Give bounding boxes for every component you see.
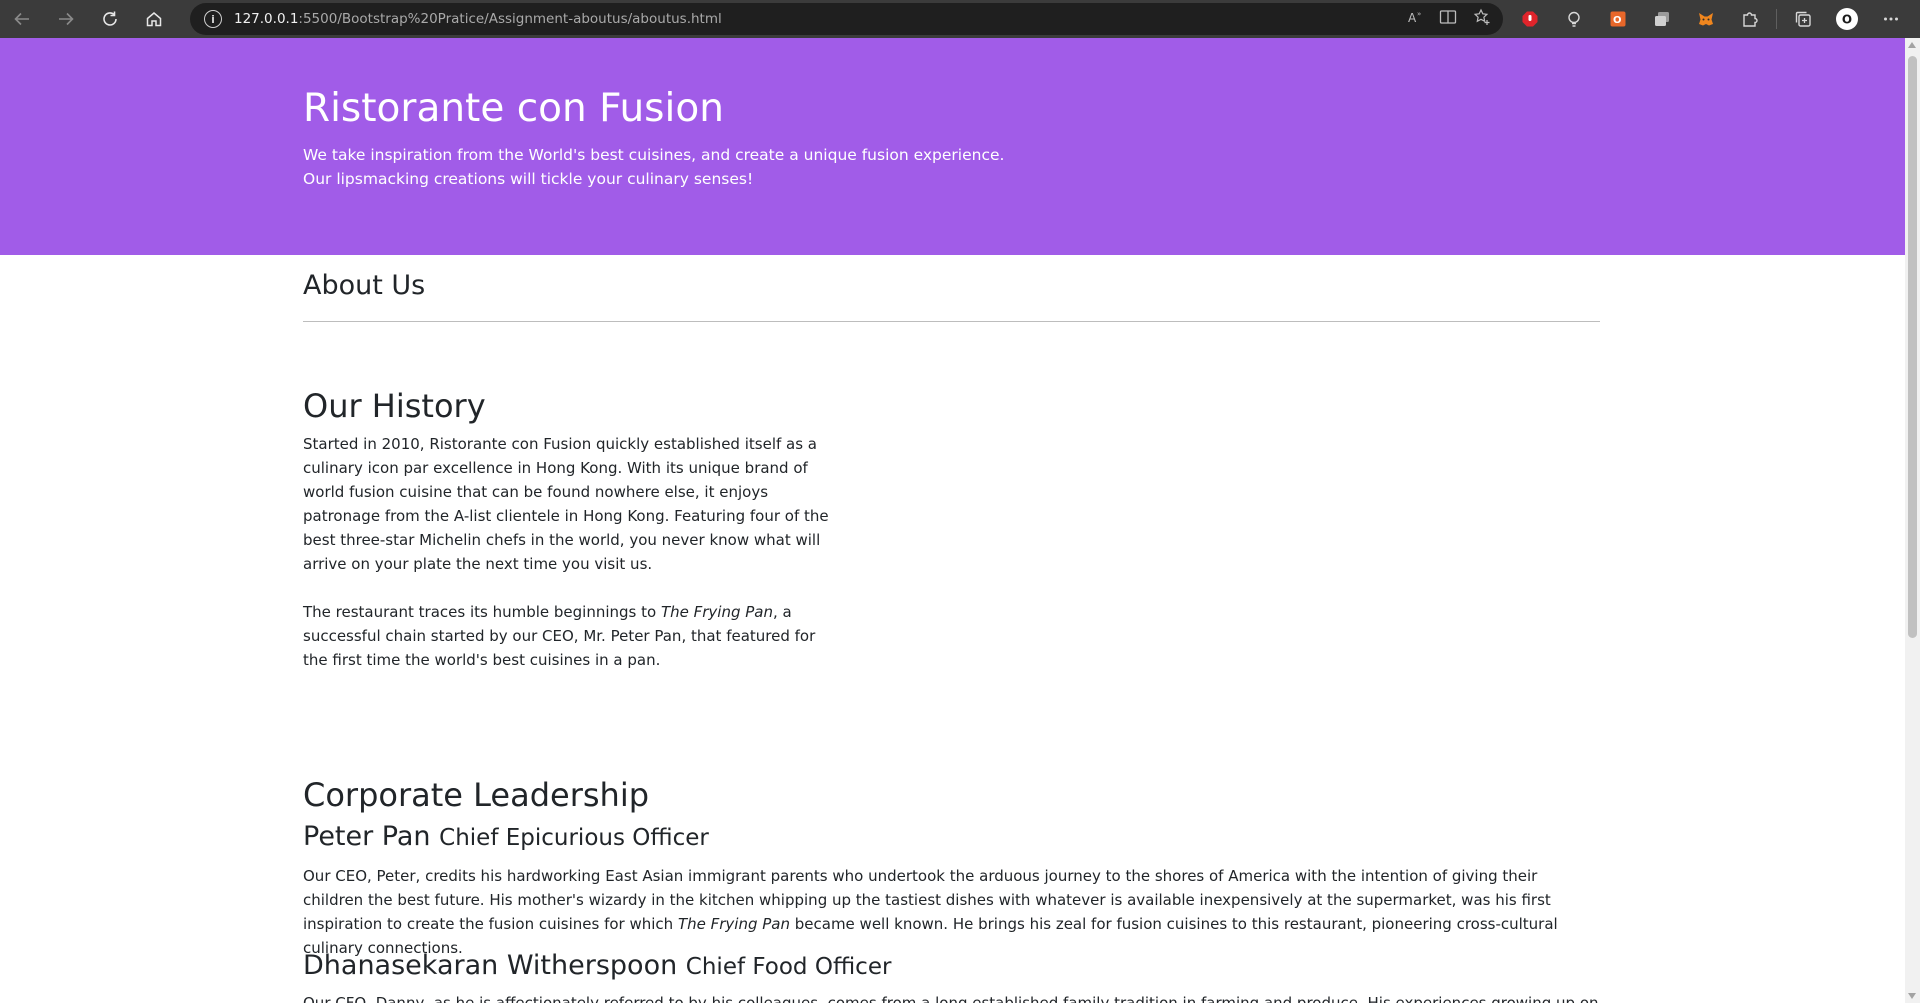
leader-heading-peter: Peter Pan Chief Epicurious Officer bbox=[303, 821, 709, 852]
extensions-icon[interactable] bbox=[1728, 0, 1772, 38]
read-aloud-icon[interactable]: A» bbox=[1407, 9, 1423, 29]
lightbulb-icon[interactable] bbox=[1552, 0, 1596, 38]
history-paragraph-2: The restaurant traces its humble beginni… bbox=[303, 603, 816, 669]
svg-text:O: O bbox=[1613, 15, 1622, 26]
jumbotron: Ristorante con Fusion We take inspiratio… bbox=[0, 38, 1905, 255]
forward-icon[interactable] bbox=[44, 0, 88, 38]
history-paragraph-1: Started in 2010, Ristorante con Fusion q… bbox=[303, 435, 829, 573]
scroll-thumb[interactable] bbox=[1908, 56, 1917, 638]
leader-bio-dhanasekaran: Our CFO, Danny, as he is affectionately … bbox=[303, 994, 1599, 1003]
immersive-reader-icon[interactable] bbox=[1439, 9, 1457, 29]
more-icon[interactable] bbox=[1869, 0, 1913, 38]
frying-pan-emphasis: The Frying Pan bbox=[660, 603, 773, 621]
leader-role: Chief Food Officer bbox=[685, 954, 892, 980]
tab-extension-icon[interactable] bbox=[1640, 0, 1684, 38]
tagline-line-1: We take inspiration from the World's bes… bbox=[303, 146, 1005, 164]
tagline-line-2: Our lipsmacking creations will tickle yo… bbox=[303, 170, 754, 188]
divider bbox=[303, 321, 1600, 322]
page-viewport: Ristorante con Fusion We take inspiratio… bbox=[0, 38, 1905, 1003]
info-icon[interactable]: i bbox=[204, 10, 222, 28]
leader-name: Dhanasekaran Witherspoon bbox=[303, 950, 678, 981]
profile-icon[interactable]: O bbox=[1825, 0, 1869, 38]
leader-name: Peter Pan bbox=[303, 821, 431, 852]
scroll-up-icon[interactable] bbox=[1908, 42, 1916, 48]
frying-pan-emphasis: The Frying Pan bbox=[677, 915, 790, 933]
metamask-icon[interactable] bbox=[1684, 0, 1728, 38]
leader-role: Chief Epicurious Officer bbox=[439, 825, 709, 851]
page-title: About Us bbox=[303, 270, 426, 301]
vertical-scrollbar[interactable] bbox=[1905, 38, 1920, 1003]
adblock-icon[interactable] bbox=[1508, 0, 1552, 38]
tagline: We take inspiration from the World's bes… bbox=[303, 143, 1063, 191]
leader-heading-dhanasekaran: Dhanasekaran Witherspoon Chief Food Offi… bbox=[303, 950, 891, 981]
back-icon[interactable] bbox=[0, 0, 44, 38]
svg-text:A: A bbox=[1408, 11, 1417, 25]
history-heading: Our History bbox=[303, 387, 486, 425]
collections-icon[interactable] bbox=[1781, 0, 1825, 38]
address-bar[interactable]: i 127.0.0.1:5500/Bootstrap%20Pratice/Ass… bbox=[190, 3, 1503, 35]
favorite-add-icon[interactable] bbox=[1473, 8, 1491, 30]
leader-bio-peter: Our CEO, Peter, credits his hardworking … bbox=[303, 867, 1558, 957]
scroll-down-icon[interactable] bbox=[1908, 993, 1916, 999]
browser-toolbar: i 127.0.0.1:5500/Bootstrap%20Pratice/Ass… bbox=[0, 0, 1920, 38]
office-icon[interactable]: O bbox=[1596, 0, 1640, 38]
site-title: Ristorante con Fusion bbox=[303, 86, 724, 131]
leadership-heading: Corporate Leadership bbox=[303, 776, 650, 814]
svg-text:O: O bbox=[1842, 13, 1852, 27]
url-text: 127.0.0.1:5500/Bootstrap%20Pratice/Assig… bbox=[234, 11, 722, 27]
home-icon[interactable] bbox=[132, 0, 176, 38]
svg-text:»: » bbox=[1417, 10, 1421, 18]
toolbar-divider bbox=[1776, 9, 1777, 29]
refresh-icon[interactable] bbox=[88, 0, 132, 38]
